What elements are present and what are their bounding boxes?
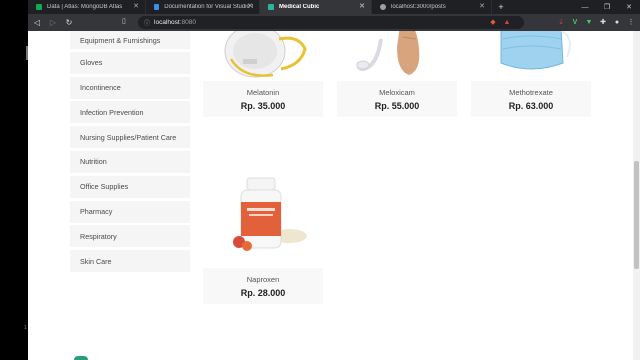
vuejs-icon[interactable]: ▼ [584, 17, 594, 27]
page-scrollbar[interactable] [633, 31, 640, 360]
back-icon[interactable]: ◁ [30, 16, 44, 30]
url-port: :8080 [179, 19, 196, 26]
product-price: Rp. 63.000 [508, 100, 554, 111]
window-controls: — ❐ ✕ [574, 0, 640, 14]
product-info: Meloxicam Rp. 55.000 [337, 81, 457, 117]
close-icon[interactable]: ✕ [247, 3, 253, 10]
url-host: localhost [154, 19, 180, 26]
maximize-icon[interactable]: ❐ [596, 0, 618, 14]
product-name: Methotrexate [509, 87, 553, 97]
decorative-logo-icon [74, 356, 88, 360]
profile-icon[interactable]: ● [612, 17, 622, 27]
menu-icon[interactable]: ⋮ [626, 17, 636, 27]
tab-medical-cubic[interactable]: Medical Cubic ✕ [260, 0, 372, 14]
product-card[interactable]: Meloxicam Rp. 55.000 [337, 31, 457, 117]
minimize-icon[interactable]: — [574, 0, 596, 14]
product-info: Melatonin Rp. 35.000 [203, 81, 323, 117]
tab-strip: Data | Atlas: MongoDB Atlas ✕ Documentat… [28, 0, 640, 14]
product-info: Methotrexate Rp. 63.000 [471, 81, 591, 117]
close-icon[interactable]: ✕ [479, 3, 485, 10]
product-image [203, 31, 323, 81]
product-name: Melatonin [246, 87, 280, 97]
category-sidebar: Equipment & Furnishings Gloves Incontine… [70, 31, 190, 275]
product-card[interactable]: Naproxen Rp. 28.000 [203, 176, 323, 304]
mask-icon [224, 31, 307, 78]
category-item[interactable]: Infection Prevention [70, 101, 190, 124]
tab-vscode-docs[interactable]: Documentation for Visual Studio Code ✕ [146, 0, 260, 14]
bookmark-icon[interactable]: ▯ [122, 17, 126, 25]
vue-devtools-icon[interactable]: V [570, 17, 580, 27]
product-card[interactable]: Methotrexate Rp. 63.000 [471, 31, 591, 117]
product-image [471, 31, 591, 81]
product-image [337, 31, 457, 81]
category-item[interactable]: Equipment & Furnishings [70, 31, 190, 49]
url-text: localhost:8080 [154, 19, 196, 26]
address-bar[interactable]: ⓘ localhost:8080 [138, 16, 524, 29]
forward-icon[interactable]: ▷ [46, 16, 60, 30]
vscode-icon [154, 4, 160, 10]
category-item[interactable]: Skin Care [70, 250, 190, 273]
tab-label: Data | Atlas: MongoDB Atlas [47, 4, 123, 10]
hearing-aid-icon [356, 31, 420, 75]
close-window-icon[interactable]: ✕ [618, 0, 640, 14]
product-name: Meloxicam [379, 87, 415, 97]
category-item[interactable]: Gloves [70, 51, 190, 74]
site-icon [268, 4, 274, 10]
product-price: Rp. 28.000 [240, 287, 286, 298]
product-image [203, 176, 323, 268]
web-page: Equipment & Furnishings Gloves Incontine… [28, 31, 640, 360]
category-item[interactable]: Nursing Supplies/Patient Care [70, 126, 190, 149]
extensions-area: ◆ ▲ ⇣ V ▼ ✚ ● ⋮ [488, 17, 636, 27]
product-price: Rp. 55.000 [374, 100, 420, 111]
category-item[interactable]: Office Supplies [70, 175, 190, 198]
surgical-mask-icon [500, 31, 571, 70]
product-name: Naproxen [246, 274, 280, 284]
mongodb-leaf-icon [36, 4, 42, 10]
screen: 1 Data | Atlas: MongoDB Atlas ✕ Document… [0, 0, 640, 360]
tab-label: localhost:3000/posts [391, 4, 446, 10]
puzzle-icon[interactable]: ✚ [598, 17, 608, 27]
reload-icon[interactable]: ↻ [62, 16, 76, 30]
product-info: Naproxen Rp. 28.000 [203, 268, 323, 304]
close-icon[interactable]: ✕ [359, 3, 365, 10]
alert-icon[interactable]: ▲ [502, 17, 512, 27]
line-number: 1 [24, 325, 27, 331]
category-item[interactable]: Nutrition [70, 150, 190, 173]
category-item[interactable]: Respiratory [70, 225, 190, 248]
tab-localhost-posts[interactable]: localhost:3000/posts ✕ [372, 0, 492, 14]
product-card[interactable]: Melatonin Rp. 35.000 [203, 31, 323, 117]
close-icon[interactable]: ✕ [133, 3, 139, 10]
scrollbar-thumb[interactable] [634, 161, 639, 269]
category-item[interactable]: Pharmacy [70, 200, 190, 223]
product-price: Rp. 35.000 [240, 100, 286, 111]
tab-label: Medical Cubic [279, 4, 320, 10]
new-tab-button[interactable]: + [494, 0, 508, 14]
browser-toolbar: ◁ ▷ ↻ ▯ ⓘ localhost:8080 ◆ ▲ ⇣ V ▼ ✚ ● ⋮ [28, 14, 640, 31]
supplement-bottle-icon [233, 177, 307, 251]
extension-arrow-icon[interactable]: ⇣ [556, 17, 566, 27]
tab-label: Documentation for Visual Studio Code [164, 4, 253, 10]
globe-icon [380, 4, 386, 10]
tab-mongodb[interactable]: Data | Atlas: MongoDB Atlas ✕ [28, 0, 146, 14]
category-item[interactable]: Incontinence [70, 76, 190, 99]
info-icon[interactable]: ⓘ [144, 18, 150, 27]
brave-shield-icon[interactable]: ◆ [488, 17, 498, 27]
